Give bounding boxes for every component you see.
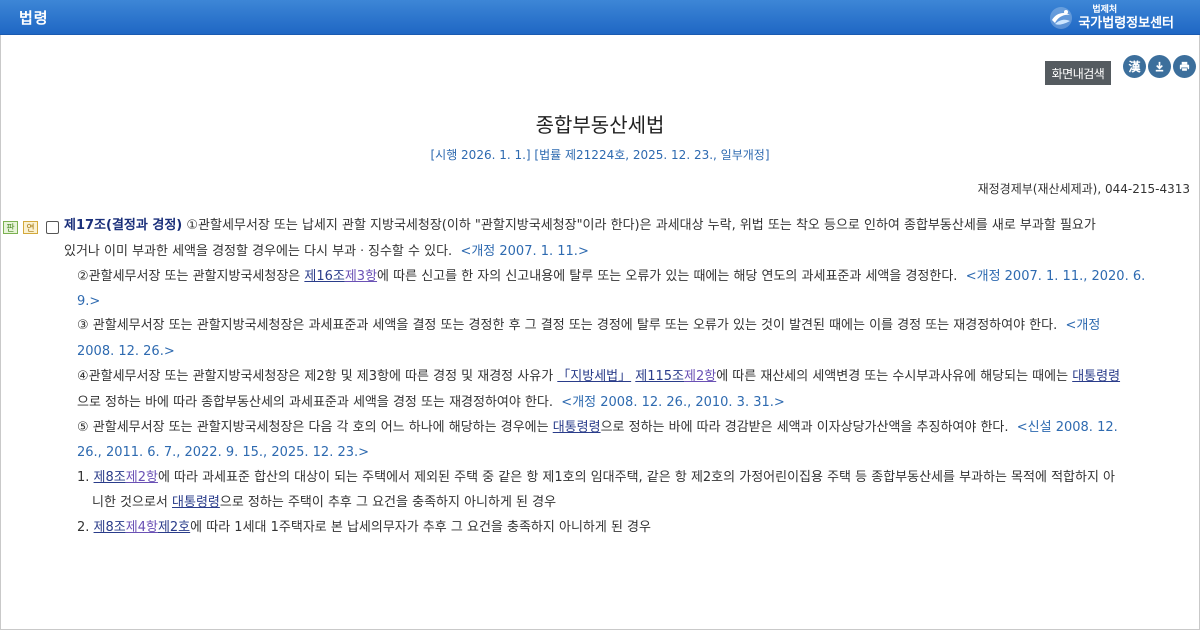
hanja-icon: 漢 — [1128, 60, 1141, 74]
link-paragraph-2[interactable]: 제2항 — [684, 369, 716, 384]
revision-note: <개정 2008. 12. 26., 2010. 3. 31.> — [561, 395, 785, 410]
precedent-badge[interactable]: 판 — [3, 221, 18, 234]
paragraph-5-line-2: 26., 2011. 6. 7., 2022. 9. 15., 2025. 12… — [77, 443, 369, 463]
item-1-text: 에 따라 과세표준 합산의 대상이 되는 주택에서 제외된 주택 중 같은 항 … — [157, 470, 1116, 485]
paragraph-2-text-cont: 에 따른 신고를 한 자의 신고내용에 탈루 또는 오류가 있는 때에는 해당 … — [377, 269, 958, 284]
paragraph-1-text: ①관할세무서장 또는 납세지 관할 지방국세청장(이하 "관할지방국세청장"이라… — [182, 218, 1096, 233]
link-article-8[interactable]: 제8조 — [94, 470, 126, 485]
item-1-line-1: 1. 제8조제2항에 따라 과세표준 합산의 대상이 되는 주택에서 제외된 주… — [77, 468, 1115, 488]
paragraph-2-text: ②관할세무서장 또는 관할지방국세청장은 — [77, 269, 305, 284]
print-icon — [1179, 61, 1190, 72]
paragraph-1-text-cont: 있거나 이미 부과한 세액을 경정할 경우에는 다시 부과ㆍ징수할 수 있다. — [64, 244, 453, 259]
link-presidential-decree[interactable]: 대통령령 — [553, 420, 601, 435]
revision-note: <개정 — [1065, 318, 1101, 333]
item-1-text-cont2: 으로 정하는 주택이 추후 그 요건을 충족하지 아니하게 된 경우 — [219, 495, 557, 510]
link-paragraph-4[interactable]: 제4항 — [126, 520, 158, 535]
paragraph-2-line-2: 9.> — [77, 292, 100, 312]
hanja-button[interactable]: 漢 — [1123, 55, 1146, 78]
revision-note-cont: 9.> — [77, 294, 101, 309]
item-2-line-1: 2. 제8조제4항제2호에 따라 1세대 1주택자로 본 납세의무자가 추후 그… — [77, 518, 651, 538]
item-1-text-cont: 니한 것으로서 — [92, 495, 173, 510]
revision-note: <개정 2007. 1. 11.> — [460, 244, 589, 259]
paragraph-4-line-1: ④관할세무서장 또는 관할지방국세청장은 제2항 및 제3항에 따른 경정 및 … — [77, 367, 1120, 387]
department-contact: 재정경제부(재산세제과), 044-215-4313 — [977, 182, 1190, 196]
link-presidential-decree[interactable]: 대통령령 — [1072, 369, 1120, 384]
revision-note-cont: 2008. 12. 26.> — [77, 344, 175, 359]
link-subparagraph-2[interactable]: 제2호 — [158, 520, 190, 535]
paragraph-3-line-2: 2008. 12. 26.> — [77, 342, 175, 362]
in-page-search-button[interactable]: 화면내검색 — [1045, 61, 1111, 85]
paragraph-3-text: ③ 관할세무서장 또는 관할지방국세청장은 과세표준과 세액을 결정 또는 경정… — [77, 318, 1058, 333]
paragraph-4-text: ④관할세무서장 또는 관할지방국세청장은 제2항 및 제3항에 따른 경정 및 … — [77, 369, 558, 384]
link-local-tax-act[interactable]: 「지방세법」 — [557, 369, 631, 384]
moj-logo-icon — [1050, 7, 1073, 29]
revision-note-cont: 26., 2011. 6. 7., 2022. 9. 15., 2025. 12… — [77, 445, 370, 460]
paragraph-4-line-2: 으로 정하는 바에 따라 종합부동산세의 과세표준과 세액을 경정 또는 재경정… — [77, 393, 785, 413]
link-article-115[interactable]: 제115조 — [635, 369, 684, 384]
law-meta: [시행 2026. 1. 1.] [법률 제21224호, 2025. 12. … — [430, 148, 770, 162]
paragraph-1-line-2: 있거나 이미 부과한 세액을 경정할 경우에는 다시 부과ㆍ징수할 수 있다. … — [64, 242, 589, 262]
item-1-line-2: 니한 것으로서 대통령령으로 정하는 주택이 추후 그 요건을 충족하지 아니하… — [92, 493, 556, 513]
paragraph-2-line-1: ②관할세무서장 또는 관할지방국세청장은 제16조제3항에 따른 신고를 한 자… — [77, 267, 1145, 287]
link-paragraph-3[interactable]: 제3항 — [345, 269, 377, 284]
law-title: 종합부동산세법 — [535, 113, 665, 137]
history-badge[interactable]: 연 — [23, 221, 38, 234]
item-number: 2. — [77, 520, 94, 535]
link-article-16[interactable]: 제16조 — [304, 269, 344, 284]
article-heading: 제17조(결정과 경정) — [64, 218, 183, 233]
article-checkbox[interactable] — [46, 221, 59, 234]
paragraph-1-line-1: 제17조(결정과 경정) ①관할세무서장 또는 납세지 관할 지방국세청장(이하… — [64, 216, 1096, 236]
paragraph-5-text-cont: 으로 정하는 바에 따라 경감받은 세액과 이자상당가산액을 추징하여야 한다. — [600, 420, 1009, 435]
paragraph-4-text-cont2: 으로 정하는 바에 따라 종합부동산세의 과세표준과 세액을 경정 또는 재경정… — [77, 395, 554, 410]
revision-note: <개정 2007. 1. 11., 2020. 6. — [965, 269, 1146, 284]
revision-note: <신설 2008. 12. — [1016, 420, 1118, 435]
item-2-text: 에 따라 1세대 1주택자로 본 납세의무자가 추후 그 요건을 충족하지 아니… — [190, 520, 651, 535]
link-paragraph-2[interactable]: 제2항 — [126, 470, 158, 485]
item-number: 1. — [77, 470, 94, 485]
app-header: 법령 법제처 국가법령정보센터 — [0, 0, 1200, 35]
paragraph-4-text-cont: 에 따른 재산세의 세액변경 또는 수시부과사유에 해당되는 때에는 — [716, 369, 1073, 384]
download-button[interactable] — [1148, 55, 1171, 78]
paragraph-3-line-1: ③ 관할세무서장 또는 관할지방국세청장은 과세표준과 세액을 결정 또는 경정… — [77, 316, 1100, 336]
paragraph-5-line-1: ⑤ 관할세무서장 또는 관할지방국세청장은 다음 각 호의 어느 하나에 해당하… — [77, 418, 1118, 438]
download-icon — [1155, 61, 1164, 72]
brand-name: 국가법령정보센터 — [1078, 16, 1174, 31]
link-article-8[interactable]: 제8조 — [94, 520, 126, 535]
brand-small-text: 법제처 — [1092, 5, 1118, 15]
paragraph-5-text: ⑤ 관할세무서장 또는 관할지방국세청장은 다음 각 호의 어느 하나에 해당하… — [77, 420, 553, 435]
link-presidential-decree[interactable]: 대통령령 — [172, 495, 220, 510]
print-button[interactable] — [1173, 55, 1196, 78]
brand-logo[interactable]: 법제처 국가법령정보센터 — [1048, 3, 1174, 33]
header-title: 법령 — [19, 9, 49, 27]
